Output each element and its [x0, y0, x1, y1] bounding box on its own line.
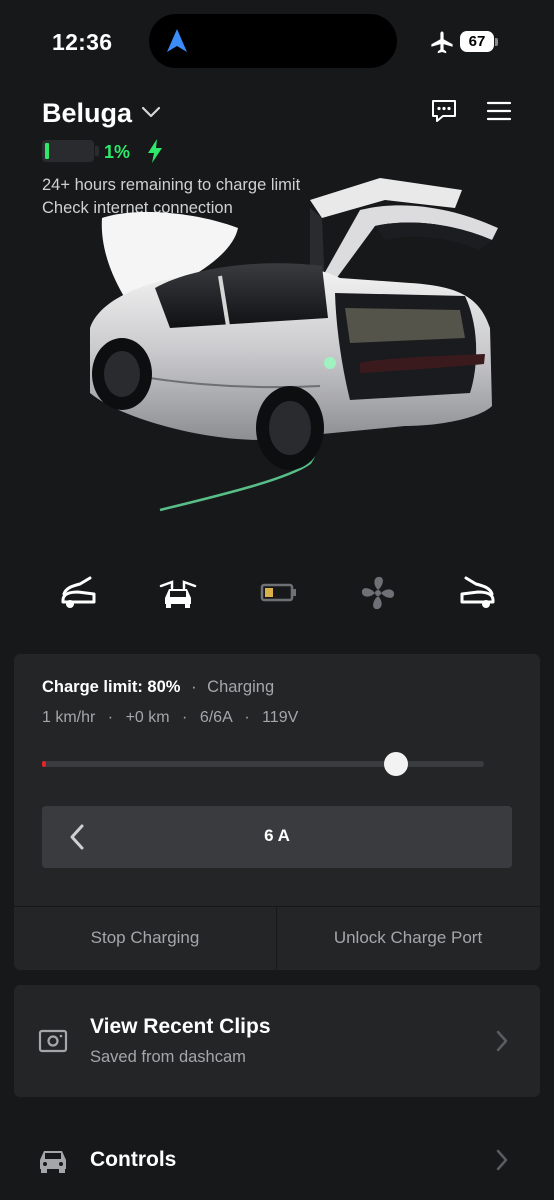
clips-title: View Recent Clips	[90, 1015, 271, 1038]
fan-icon[interactable]	[358, 572, 398, 612]
vehicle-battery-nub	[95, 146, 99, 156]
phone-battery-icon: 67	[460, 31, 494, 52]
charge-summary: Charge limit: 80% · Charging	[42, 678, 274, 697]
status-bar: 12:36 67	[0, 0, 554, 80]
unlock-charge-port-button[interactable]: Unlock Charge Port	[277, 906, 539, 970]
frunk-icon[interactable]	[58, 572, 98, 612]
chevron-right-icon	[496, 1030, 508, 1052]
falcon-doors-icon[interactable]	[158, 572, 198, 612]
amperage-stepper: 6 A	[42, 806, 512, 868]
charge-rate: 1 km/hr	[42, 709, 96, 726]
clips-subtitle: Saved from dashcam	[90, 1048, 246, 1066]
charging-bolt-icon	[148, 139, 162, 163]
separator: ·	[191, 678, 197, 696]
controls-label: Controls	[90, 1148, 177, 1171]
battery-icon[interactable]	[258, 572, 298, 612]
vehicle-image[interactable]	[60, 178, 520, 523]
charge-limit-slider[interactable]	[42, 761, 484, 767]
quick-controls	[0, 572, 554, 616]
charging-card: Charge limit: 80% · Charging 1 km/hr · +…	[14, 654, 540, 970]
separator: ·	[244, 709, 250, 726]
charge-stats: 1 km/hr · +0 km · 6/6A · 119V	[42, 709, 298, 727]
phone-battery-nub	[495, 38, 498, 46]
vehicle-battery-gauge	[42, 140, 94, 162]
stop-charging-button[interactable]: Stop Charging	[14, 906, 276, 970]
dynamic-island[interactable]	[149, 14, 397, 68]
trunk-icon[interactable]	[458, 572, 498, 612]
menu-icon[interactable]	[485, 98, 513, 124]
separator: ·	[182, 709, 188, 726]
controls-row[interactable]: Controls	[14, 1128, 540, 1192]
charge-current: 6/6A	[199, 709, 232, 726]
charge-limit-thumb[interactable]	[384, 752, 408, 776]
charge-voltage: 119V	[262, 709, 299, 726]
charging-state: Charging	[207, 678, 275, 696]
battery-percent: 1%	[104, 142, 131, 162]
vehicle-name[interactable]: Beluga	[42, 98, 132, 129]
current-charge-fill	[42, 761, 46, 767]
message-icon[interactable]	[430, 98, 458, 124]
charge-limit-label[interactable]: Charge limit: 80%	[42, 678, 180, 696]
status-time: 12:36	[52, 29, 113, 55]
chevron-down-icon[interactable]	[140, 104, 162, 120]
camera-icon	[38, 1029, 68, 1053]
recent-clips-card[interactable]: View Recent Clips Saved from dashcam	[14, 985, 540, 1097]
range-added: +0 km	[125, 709, 170, 726]
navigation-arrow-icon	[167, 29, 187, 52]
chevron-right-icon	[496, 1149, 508, 1171]
amperage-value: 6 A	[264, 826, 290, 845]
car-icon	[40, 1151, 66, 1173]
airplane-icon	[431, 31, 453, 54]
separator: ·	[107, 709, 114, 726]
vehicle-battery-fill	[45, 143, 49, 159]
